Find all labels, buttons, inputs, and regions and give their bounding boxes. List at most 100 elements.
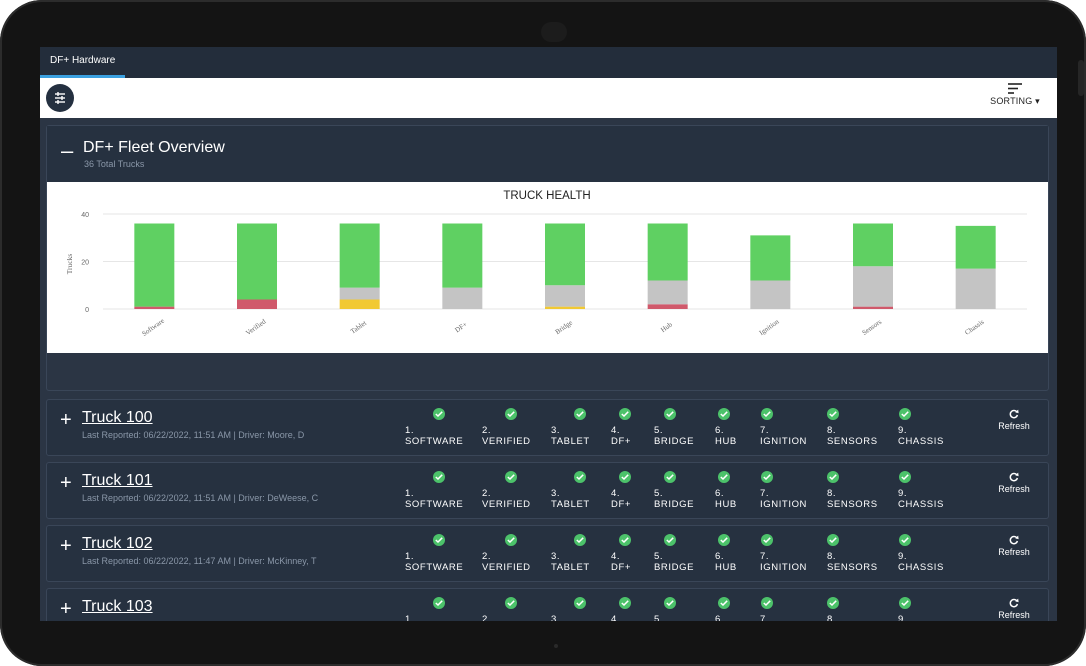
refresh-button[interactable]: Refresh <box>994 472 1034 494</box>
truck-row: + Truck 102 Last Reported: 06/22/2022, 11:… <box>46 525 1049 582</box>
truck-health-chart-svg: TRUCK HEALTH Trucks 0 20 40 Software Verifie… <box>65 190 1027 338</box>
status-check-name: BRIDGE <box>654 499 695 510</box>
expand-button[interactable]: + <box>60 409 72 432</box>
status-check-name: DF+ <box>611 436 632 447</box>
sorting-dropdown[interactable]: SORTING ▾ <box>985 82 1045 114</box>
check-icon <box>619 408 631 420</box>
status-check-number: 9. <box>898 488 908 499</box>
bezel-dot <box>554 644 558 648</box>
status-check-label: 1.SOFTWARE <box>405 614 463 621</box>
status-check-number: 9. <box>898 425 908 436</box>
status-check-name: HUB <box>715 436 737 447</box>
truck-name-link[interactable]: Truck 103 <box>82 598 153 616</box>
expand-button[interactable]: + <box>60 472 72 495</box>
check-icon <box>505 597 517 609</box>
truck-last-reported: Last Reported: 06/22/2022, 11:51 AM | Dr… <box>82 493 319 503</box>
status-check-number: 1. <box>405 614 415 621</box>
bar-segment <box>647 223 688 281</box>
bar-segment <box>339 299 380 309</box>
status-check-label: 5.BRIDGE <box>654 614 694 621</box>
status-check-name: VERIFIED <box>482 499 531 510</box>
status-check-name: TABLET <box>551 436 590 447</box>
check-icon <box>574 471 586 483</box>
truck-name-link[interactable]: Truck 102 <box>82 535 153 553</box>
status-check-number: 3. <box>551 488 561 499</box>
status-check-label: 3.TABLET <box>551 425 590 447</box>
truck-name-link[interactable]: Truck 101 <box>82 472 153 490</box>
status-check-label: 7.IGNITION <box>760 551 807 573</box>
filter-button[interactable] <box>46 84 74 112</box>
chart-title: TRUCK HEALTH <box>503 190 590 202</box>
refresh-icon <box>1009 598 1019 608</box>
status-check-label: 4.DF+ <box>611 488 631 510</box>
status-check-label: 9.CHASSIS <box>898 488 944 510</box>
status-check-number: 5. <box>654 551 664 562</box>
status-check-label: 1.SOFTWARE <box>405 551 463 573</box>
y-axis-label: Trucks <box>65 254 74 275</box>
truck-last-reported: Last Reported: 06/22/2022, 11:47 AM | Dr… <box>82 556 317 566</box>
status-check-number: 7. <box>760 614 770 621</box>
y-tick-label: 20 <box>81 260 89 267</box>
truck-row: + Truck 103 1.SOFTWARE 2.VERIFIED 3.TABLET 4.… <box>46 588 1049 621</box>
status-check-number: 4. <box>611 551 621 562</box>
status-check-label: 2.VERIFIED <box>482 425 531 447</box>
refresh-button[interactable]: Refresh <box>994 409 1034 431</box>
status-check-number: 9. <box>898 614 908 621</box>
status-check-name: VERIFIED <box>482 562 531 573</box>
status-check-name: DF+ <box>611 499 632 510</box>
status-check-label: 3.TABLET <box>551 614 590 621</box>
status-check-label: 2.VERIFIED <box>482 488 531 510</box>
status-check-number: 2. <box>482 488 492 499</box>
fleet-overview-panel: – DF+ Fleet Overview 36 Total Trucks TRU… <box>46 125 1049 391</box>
status-check-label: 4.DF+ <box>611 425 631 447</box>
status-check-label: 4.DF+ <box>611 551 631 573</box>
status-check-name: CHASSIS <box>898 436 944 447</box>
check-icon <box>505 471 517 483</box>
status-check-number: 7. <box>760 425 770 436</box>
status-check-label: 9.CHASSIS <box>898 425 944 447</box>
collapse-button[interactable]: – <box>61 138 73 164</box>
status-check-number: 3. <box>551 425 561 436</box>
status-check-name: BRIDGE <box>654 436 695 447</box>
status-check-name: SOFTWARE <box>405 562 464 573</box>
tab-bar: DF+ Hardware <box>40 47 1057 78</box>
status-check-label: 3.TABLET <box>551 551 590 573</box>
status-check-number: 6. <box>715 614 725 621</box>
check-icon <box>433 471 445 483</box>
y-tick-label: 40 <box>81 212 89 219</box>
status-check-name: IGNITION <box>760 499 808 510</box>
expand-button[interactable]: + <box>60 598 72 621</box>
status-check-name: HUB <box>715 562 737 573</box>
expand-button[interactable]: + <box>60 535 72 558</box>
status-check-label: 1.SOFTWARE <box>405 425 463 447</box>
status-check-label: 6.HUB <box>715 614 737 621</box>
check-icon <box>619 534 631 546</box>
truck-row: + Truck 101 Last Reported: 06/22/2022, 11:… <box>46 462 1049 519</box>
check-icon <box>761 471 773 483</box>
status-check-label: 7.IGNITION <box>760 425 807 447</box>
check-icon <box>433 597 445 609</box>
check-icon <box>664 471 676 483</box>
truck-last-reported: Last Reported: 06/22/2022, 11:51 AM | Dr… <box>82 430 305 440</box>
check-icon <box>505 408 517 420</box>
y-tick-label: 0 <box>85 307 89 314</box>
refresh-button[interactable]: Refresh <box>994 535 1034 557</box>
status-check-number: 5. <box>654 425 664 436</box>
check-icon <box>574 408 586 420</box>
refresh-label: Refresh <box>998 484 1030 494</box>
status-check-name: SENSORS <box>827 499 878 510</box>
sliders-icon <box>55 92 65 104</box>
status-check-number: 4. <box>611 425 621 436</box>
fleet-subtitle: 36 Total Trucks <box>84 159 145 169</box>
x-tick-label: Tablet <box>349 319 368 336</box>
truck-name-link[interactable]: Truck 100 <box>82 409 153 427</box>
x-tick-label: Ignition <box>758 317 781 337</box>
refresh-button[interactable]: Refresh <box>994 598 1034 620</box>
check-icon <box>827 471 839 483</box>
status-check-label: 4.DF+ <box>611 614 631 621</box>
status-check-label: 3.TABLET <box>551 488 590 510</box>
tab-df-hardware[interactable]: DF+ Hardware <box>40 47 126 78</box>
x-tick-label: Sensors <box>861 318 884 337</box>
status-check-name: IGNITION <box>760 562 808 573</box>
status-check-label: 9.CHASSIS <box>898 614 944 621</box>
